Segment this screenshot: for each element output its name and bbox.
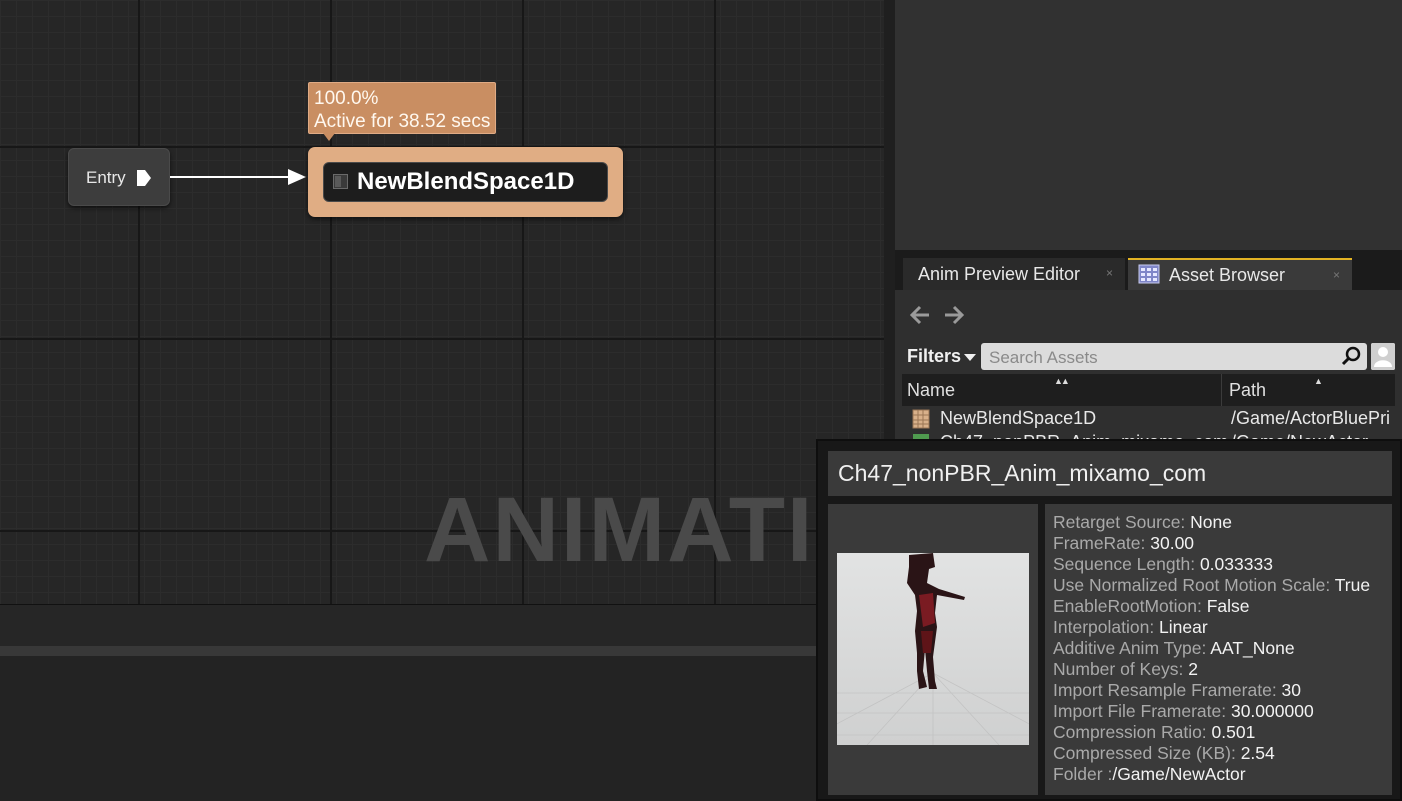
state-node-title: NewBlendSpace1D	[357, 168, 575, 195]
tab-anim-preview-editor[interactable]: Anim Preview Editor ×	[903, 258, 1125, 290]
sort-ascending-icon[interactable]: ▲▲	[1054, 376, 1070, 386]
asset-list-row[interactable]: NewBlendSpace1D /Game/ActorBluePri	[902, 407, 1395, 431]
asset-properties-list: Retarget Source: None FrameRate: 30.00 S…	[1053, 512, 1370, 785]
asset-properties-panel: Retarget Source: None FrameRate: 30.00 S…	[1045, 504, 1392, 795]
entry-node-label: Entry	[86, 168, 126, 187]
tab-label: Anim Preview Editor	[918, 264, 1081, 284]
preview-viewport[interactable]	[895, 0, 1402, 250]
property-sequence-length: Sequence Length: 0.033333	[1053, 554, 1273, 574]
state-node-title-bar: NewBlendSpace1D	[323, 162, 608, 202]
animation-graph-canvas[interactable]: ANIMATIO Entry 100.0% Active for 38.52 s…	[0, 0, 884, 604]
bottom-panel	[0, 656, 895, 801]
asset-thumbnail	[837, 553, 1029, 745]
asset-list-header: Name ▲▲ Path ▲	[902, 374, 1395, 406]
asset-name: NewBlendSpace1D	[940, 408, 1097, 428]
search-input[interactable]	[987, 346, 1331, 369]
blendspace-asset-icon	[912, 409, 930, 429]
entry-node[interactable]: Entry	[68, 148, 170, 206]
asset-browser-icon	[1138, 264, 1160, 284]
chevron-down-icon	[964, 353, 977, 361]
bottom-toolbar	[0, 604, 895, 647]
property-compressed-size: Compressed Size (KB): 2.54	[1053, 743, 1275, 763]
property-import-file-framerate: Import File Framerate: 30.000000	[1053, 701, 1314, 721]
state-node-newblendspace1d[interactable]: NewBlendSpace1D	[308, 147, 623, 217]
user-icon[interactable]	[1371, 343, 1395, 370]
state-weight-tooltip: 100.0% Active for 38.52 secs	[308, 82, 496, 141]
sort-ascending-icon[interactable]: ▲	[1314, 376, 1323, 386]
property-folder: Folder :/Game/NewActor	[1053, 764, 1246, 784]
property-enable-root-motion: EnableRootMotion: False	[1053, 596, 1250, 616]
asset-tooltip-popup: Ch47_nonPBR_Anim_mixamo_com Retarget Sou…	[816, 439, 1402, 801]
graph-watermark: ANIMATIO	[424, 479, 884, 581]
exec-pin-icon[interactable]	[136, 169, 152, 187]
property-compression-ratio: Compression Ratio: 0.501	[1053, 722, 1256, 742]
column-divider[interactable]	[1221, 374, 1222, 406]
property-normalized-root-motion-scale: Use Normalized Root Motion Scale: True	[1053, 575, 1371, 595]
asset-tooltip-title: Ch47_nonPBR_Anim_mixamo_com	[838, 460, 1207, 486]
arrow-right-icon[interactable]	[943, 304, 965, 326]
transition-wire[interactable]	[170, 168, 310, 186]
asset-path: /Game/ActorBluePri	[1231, 408, 1391, 428]
asset-thumbnail-frame	[828, 504, 1038, 795]
property-interpolation: Interpolation: Linear	[1053, 617, 1208, 637]
tab-bar: Anim Preview Editor × Asset Browser ×	[895, 250, 1402, 290]
column-header-path[interactable]: Path	[1229, 380, 1266, 401]
state-icon	[333, 174, 348, 189]
arrow-left-icon[interactable]	[909, 304, 931, 326]
property-import-resample-framerate: Import Resample Framerate: 30	[1053, 680, 1302, 700]
filters-label: Filters	[907, 346, 962, 366]
column-header-name[interactable]: Name	[907, 380, 955, 401]
tab-asset-browser[interactable]: Asset Browser ×	[1128, 258, 1352, 290]
state-active-time-text: Active for 38.52 secs	[314, 111, 491, 132]
property-additive-anim-type: Additive Anim Type: AAT_None	[1053, 638, 1295, 658]
search-icon[interactable]	[1341, 346, 1361, 366]
tab-label: Asset Browser	[1169, 265, 1286, 285]
close-icon[interactable]: ×	[1106, 266, 1113, 280]
close-icon[interactable]: ×	[1333, 268, 1340, 282]
property-retarget-source: Retarget Source: None	[1053, 512, 1232, 532]
asset-tooltip-header: Ch47_nonPBR_Anim_mixamo_com	[828, 451, 1392, 496]
panel-splitter-horizontal[interactable]	[0, 646, 895, 656]
state-weight-text: 100.0%	[314, 88, 379, 109]
property-framerate: FrameRate: 30.00	[1053, 533, 1195, 553]
filters-dropdown-button[interactable]: Filters	[907, 346, 977, 367]
search-box[interactable]	[981, 343, 1367, 370]
property-number-of-keys: Number of Keys: 2	[1053, 659, 1198, 679]
